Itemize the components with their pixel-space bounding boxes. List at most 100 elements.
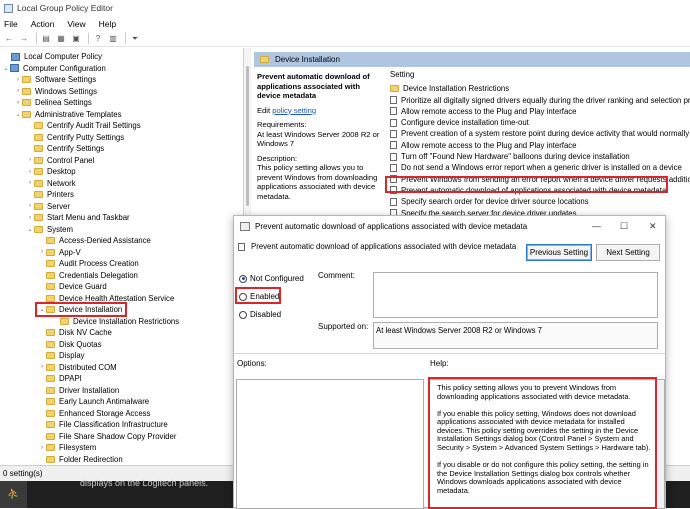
tree-item[interactable]: Centrify Settings — [26, 143, 104, 155]
policy-setting-dialog: Prevent automatic download of applicatio… — [233, 215, 666, 509]
policy-icon — [390, 118, 397, 127]
folder-icon — [46, 352, 55, 360]
tree-item[interactable]: › Desktop — [26, 166, 76, 178]
maximize-icon[interactable]: ☐ — [620, 221, 628, 232]
tree-item[interactable]: ⌄ Administrative Templates — [14, 109, 121, 121]
tree-item[interactable]: › Software Settings — [14, 74, 96, 86]
tree-item[interactable]: › Server — [26, 201, 70, 213]
tree-item[interactable]: Printers — [26, 189, 74, 201]
setting-row[interactable]: Prioritize all digitally signed drivers … — [390, 94, 690, 106]
tree-item[interactable]: Credentials Delegation — [38, 270, 138, 282]
menu-help[interactable]: Help — [99, 19, 116, 29]
chevron-right-icon[interactable]: › — [26, 180, 34, 186]
tree-item[interactable]: › Windows Settings — [14, 86, 97, 98]
comment-textarea[interactable] — [373, 272, 658, 318]
tree-item[interactable]: Enhanced Storage Access — [38, 408, 150, 420]
tree-item[interactable]: Driver Installation — [38, 385, 119, 397]
tree-item[interactable]: File Share Shadow Copy Provider — [38, 431, 176, 443]
radio-dot[interactable] — [239, 310, 247, 319]
radio-disabled[interactable]: Disabled — [239, 310, 281, 319]
chevron-down-icon[interactable]: ⌄ — [2, 65, 10, 72]
folder-icon — [46, 375, 55, 383]
tree-item[interactable]: Centrify Putty Settings — [26, 132, 124, 144]
forward-arrow-icon[interactable]: → — [18, 33, 30, 44]
setting-row[interactable]: Specify search order for device driver s… — [390, 196, 589, 208]
tree-item[interactable]: Audit Process Creation — [38, 258, 139, 270]
computer-icon — [10, 64, 19, 73]
setting-row[interactable]: Allow remote access to the Plug and Play… — [390, 140, 577, 152]
tree-item[interactable]: DPAPI — [38, 373, 82, 385]
tree-item[interactable]: Early Launch Antimalware — [38, 396, 149, 408]
minimize-icon[interactable]: — — [592, 221, 601, 231]
chevron-down-icon[interactable]: ⌄ — [14, 111, 22, 118]
filter-icon[interactable]: ⏷ — [129, 33, 141, 44]
chevron-right-icon[interactable]: › — [38, 249, 46, 255]
next-setting-button[interactable]: Next Setting — [596, 244, 660, 261]
setting-row[interactable]: Turn off "Found New Hardware" balloons d… — [390, 151, 630, 163]
chevron-right-icon[interactable]: › — [38, 445, 46, 451]
tree-item[interactable]: ⌄ System — [26, 224, 73, 236]
tree-item[interactable]: Local Computer Policy — [3, 51, 102, 63]
help-label: Help: — [430, 359, 449, 368]
chevron-right-icon[interactable]: › — [38, 364, 46, 370]
tree-item[interactable]: Disk Quotas — [38, 339, 101, 351]
tree-scrollbar-thumb[interactable] — [246, 66, 249, 206]
close-icon[interactable]: ✕ — [649, 221, 657, 232]
radio-dot[interactable] — [239, 274, 247, 283]
folder-icon — [34, 191, 43, 199]
tree-item[interactable]: Access-Denied Assistance — [38, 235, 151, 247]
tree-item[interactable]: Device Guard — [38, 281, 107, 293]
tree-item[interactable]: Device Installation Restrictions — [52, 316, 179, 328]
setting-row[interactable]: Allow remote access to the Plug and Play… — [390, 106, 577, 118]
setting-row[interactable]: Do not send a Windows error report when … — [390, 162, 682, 174]
folder-icon — [22, 87, 31, 95]
tree-item[interactable]: ⌄ Computer Configuration — [2, 63, 105, 75]
tree-item[interactable]: Display — [38, 350, 85, 362]
tree-item[interactable]: › Filesystem — [38, 442, 96, 454]
tree-item[interactable]: Disk NV Cache — [38, 327, 112, 339]
setting-column-header[interactable]: Setting — [390, 70, 414, 79]
chevron-right-icon[interactable]: › — [26, 169, 34, 175]
tree-item[interactable]: › Network — [26, 178, 76, 190]
chevron-down-icon[interactable]: ⌄ — [26, 226, 34, 233]
chevron-right-icon[interactable]: › — [26, 157, 34, 163]
previous-setting-button[interactable]: Previous Setting — [526, 244, 592, 261]
tree-item[interactable]: Centrify Audit Trail Settings — [26, 120, 141, 132]
tree-item[interactable]: › Distributed COM — [38, 362, 117, 374]
chevron-right-icon[interactable]: › — [26, 215, 34, 221]
menu-view[interactable]: View — [67, 19, 85, 29]
highlight-enabled-option — [235, 287, 281, 304]
tree-item[interactable]: › Control Panel — [26, 155, 94, 167]
menu-file[interactable]: File — [4, 19, 18, 29]
tree-item[interactable]: File Classification Infrastructure — [38, 419, 168, 431]
folder-icon — [34, 156, 43, 164]
tree-item-label: Printers — [47, 190, 74, 200]
setting-row[interactable]: Device Installation Restrictions — [390, 83, 509, 95]
show-hide-tree-icon[interactable]: ▦ — [55, 33, 67, 44]
setting-row[interactable]: Prevent creation of a system restore poi… — [390, 128, 690, 140]
folder-icon — [34, 145, 43, 153]
menu-action[interactable]: Action — [31, 19, 55, 29]
tree-item[interactable]: Folder Redirection — [38, 454, 123, 466]
tree-item-label: App-V — [59, 247, 81, 257]
help-scrollbar[interactable] — [658, 380, 664, 508]
policy-tree[interactable]: Local Computer Policy ⌄ Computer Configura… — [0, 48, 244, 465]
policy-icon — [240, 221, 250, 231]
edit-policy-link[interactable]: policy setting — [272, 106, 316, 115]
properties-icon[interactable]: ▥ — [107, 33, 119, 44]
radio-not-configured[interactable]: Not Configured — [239, 274, 304, 283]
up-folder-icon[interactable]: ▤ — [40, 33, 52, 44]
tree-item[interactable]: › Start Menu and Taskbar — [26, 212, 130, 224]
setting-row[interactable]: Configure device installation time-out — [390, 117, 529, 129]
help-icon[interactable]: ? — [92, 33, 104, 44]
details-header-label: Device Installation — [275, 55, 340, 64]
chevron-right-icon[interactable]: › — [14, 77, 22, 83]
tree-item[interactable]: › Delinea Settings — [14, 97, 92, 109]
back-arrow-icon[interactable]: ← — [3, 33, 15, 44]
person-icon[interactable]: ⛹ — [0, 481, 27, 508]
chevron-right-icon[interactable]: › — [26, 203, 34, 209]
tree-item[interactable]: › App-V — [38, 247, 81, 259]
chevron-right-icon[interactable]: › — [14, 88, 22, 94]
chevron-right-icon[interactable]: › — [14, 100, 22, 106]
export-list-icon[interactable]: ▣ — [70, 33, 82, 44]
